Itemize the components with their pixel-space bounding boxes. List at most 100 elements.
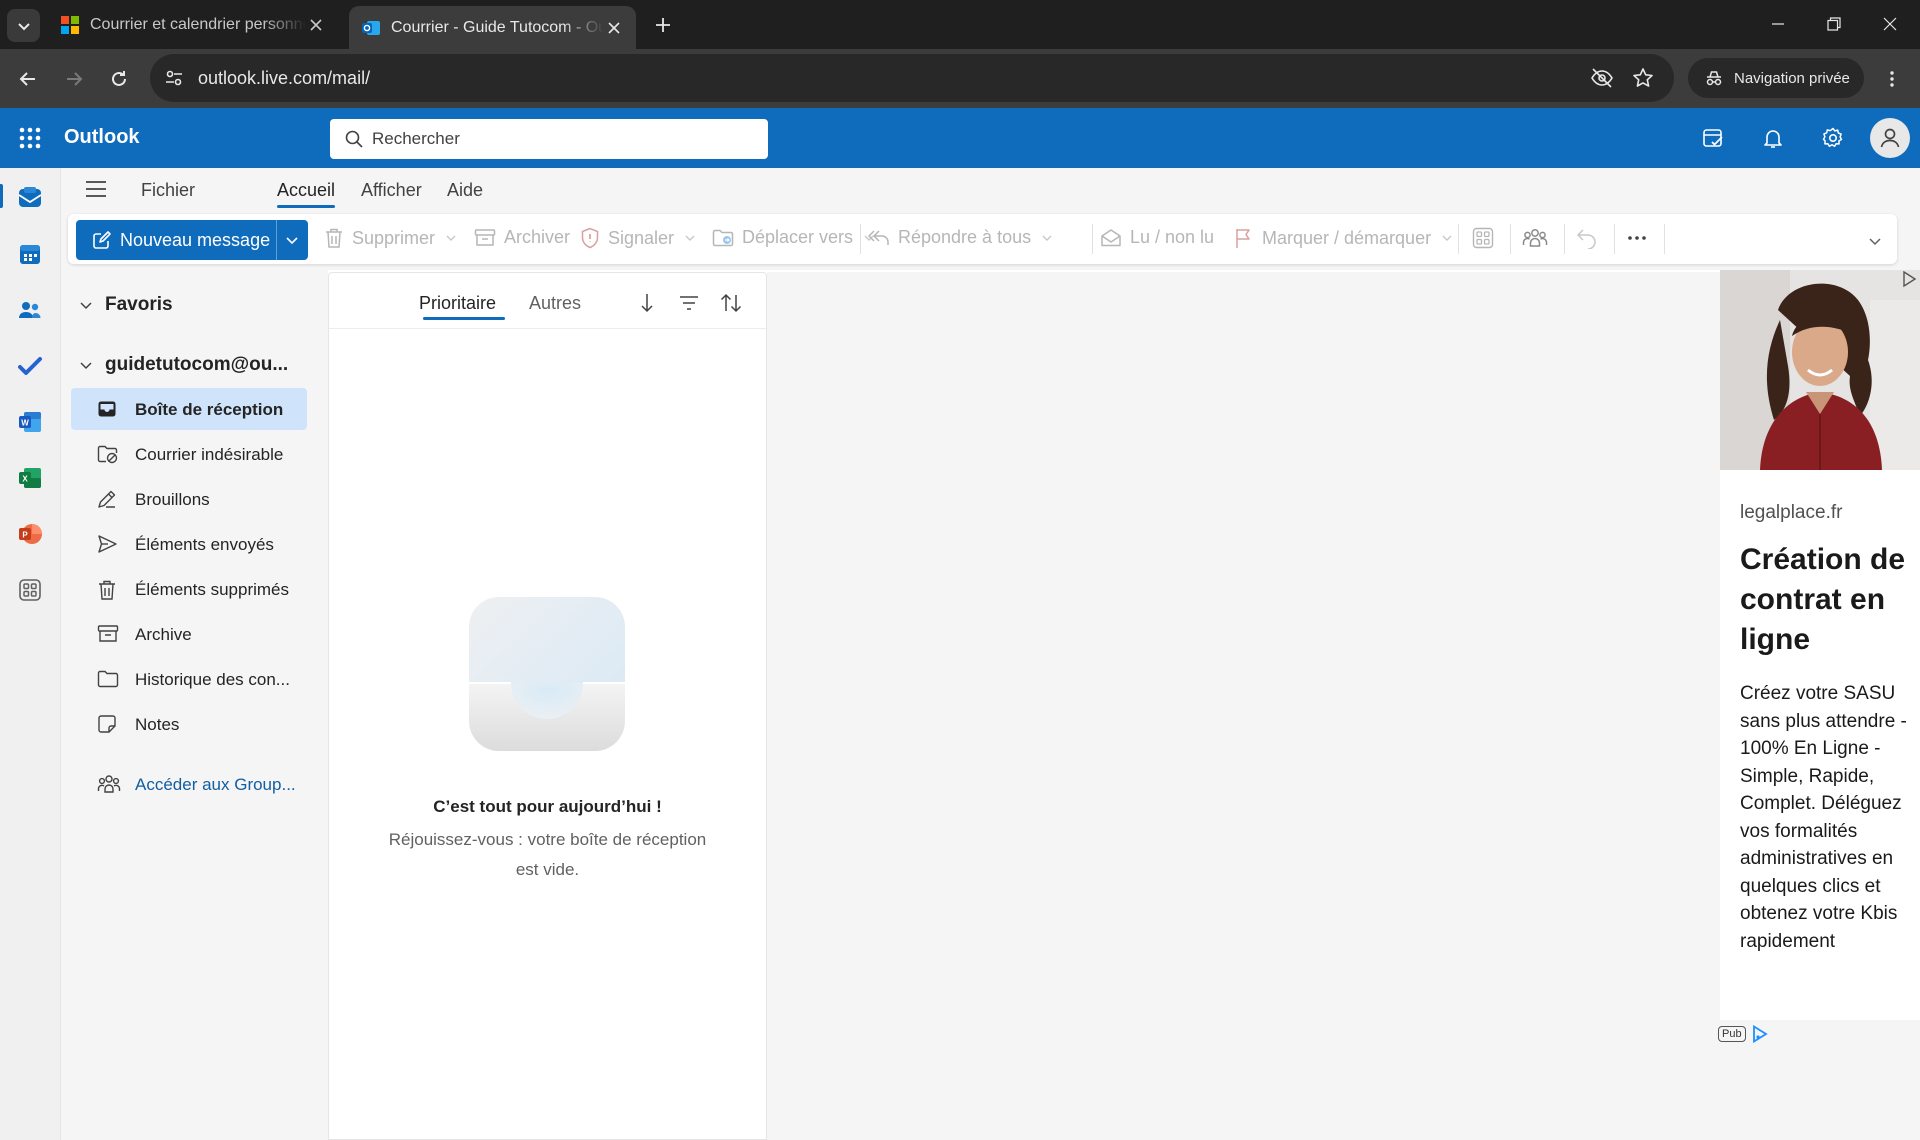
close-icon: [1883, 17, 1897, 31]
tab-title: Courrier - Guide Tutocom - Outlook: [391, 18, 604, 36]
empty-state-subtitle: Réjouissez-vous : votre boîte de récepti…: [388, 830, 707, 879]
filter-button[interactable]: [677, 291, 701, 315]
bookmark-star-icon[interactable]: [1632, 67, 1654, 89]
flag-icon: [1236, 229, 1250, 248]
restore-icon: [1827, 17, 1841, 31]
trash-icon: [99, 580, 115, 600]
groups-link-label: Accéder aux Group...: [135, 775, 296, 794]
close-tab-button[interactable]: [306, 15, 326, 35]
reload-button[interactable]: [103, 63, 135, 95]
tab-other[interactable]: Autres: [529, 293, 581, 314]
new-tab-button[interactable]: [650, 12, 676, 38]
todo-app-icon: [18, 357, 42, 375]
reply-all-button[interactable]: Répondre à tous: [868, 227, 1053, 248]
more-vertical-icon: [1890, 71, 1894, 87]
notifications-button[interactable]: [1757, 122, 1789, 154]
app-name[interactable]: Outlook: [64, 126, 140, 149]
people-group-icon: [1522, 229, 1548, 247]
folder-sent[interactable]: Éléments envoyés: [71, 523, 307, 565]
search-placeholder: Rechercher: [372, 129, 460, 148]
rail-people[interactable]: [14, 294, 46, 326]
active-tab-indicator: [277, 205, 335, 208]
new-message-label: Nouveau message: [120, 229, 271, 250]
rail-todo[interactable]: [14, 350, 46, 382]
folder-notes[interactable]: Notes: [71, 703, 307, 745]
browser-tab-1[interactable]: Courrier et calendrier personnel Outlook: [48, 6, 338, 43]
tab-fichier[interactable]: Fichier: [141, 180, 195, 201]
bell-icon: [1764, 130, 1782, 148]
excel-app-icon: X: [19, 468, 41, 488]
ribbon-divider: [1458, 224, 1459, 254]
rail-calendar[interactable]: [14, 238, 46, 270]
tab-afficher[interactable]: Afficher: [361, 180, 422, 201]
rail-mail[interactable]: [14, 182, 46, 214]
favorites-header[interactable]: Favoris: [79, 294, 173, 316]
private-browsing-badge[interactable]: Navigation privée: [1688, 58, 1864, 98]
ad-card[interactable]: legalplace.fr Création de contrat en lig…: [1720, 270, 1920, 1020]
delete-button[interactable]: Supprimer: [324, 227, 457, 249]
delete-label: Supprimer: [352, 227, 436, 248]
folder-archive[interactable]: Archive: [71, 613, 307, 655]
my-day-button[interactable]: [1697, 122, 1729, 154]
expand-ribbon-button[interactable]: [1868, 234, 1882, 248]
go-to-groups-link[interactable]: Accéder aux Group...: [71, 763, 307, 805]
close-icon: [310, 18, 322, 31]
read-unread-label: Lu / non lu: [1130, 227, 1215, 247]
chevron-down-icon: [80, 302, 92, 310]
folder-label: Courrier indésirable: [135, 445, 284, 464]
forward-arrow-icon: [67, 72, 83, 86]
app-launcher-icon[interactable]: [18, 126, 42, 150]
apps-button[interactable]: [1472, 227, 1494, 249]
undo-button[interactable]: [1576, 227, 1598, 249]
my-day-icon: [1703, 129, 1723, 147]
folder-drafts[interactable]: Brouillons: [71, 478, 307, 520]
folder-conversation-history[interactable]: Historique des con...: [71, 658, 307, 700]
tab-accueil[interactable]: Accueil: [277, 180, 335, 201]
chevron-down-icon: [80, 362, 92, 370]
browser-tab-2[interactable]: Courrier - Guide Tutocom - Outlook: [349, 6, 636, 49]
account-header[interactable]: guidetutocom@ou...: [79, 354, 288, 376]
flag-button[interactable]: Marquer / démarquer: [1234, 227, 1453, 249]
rail-powerpoint[interactable]: P: [14, 518, 46, 550]
minimize-button[interactable]: [1758, 8, 1798, 40]
site-info-icon[interactable]: [164, 68, 184, 88]
ribbon-divider: [860, 224, 861, 254]
rail-more-apps[interactable]: [14, 574, 46, 606]
read-unread-button[interactable]: Lu / non lu: [1100, 227, 1214, 248]
apps-grid-icon: [19, 579, 41, 601]
hamburger-menu-icon[interactable]: [85, 180, 107, 198]
tab-search-button[interactable]: [7, 9, 40, 42]
rail-word[interactable]: W: [14, 406, 46, 438]
more-options-button[interactable]: [1626, 230, 1648, 246]
tab-focused[interactable]: Prioritaire: [419, 293, 496, 314]
account-avatar[interactable]: [1870, 118, 1910, 158]
report-button[interactable]: Signaler: [580, 227, 696, 249]
tracking-protection-eye-icon[interactable]: [1590, 67, 1614, 89]
adchoices-icon[interactable]: [1900, 270, 1918, 288]
browser-menu-button[interactable]: [1876, 63, 1908, 95]
move-to-button[interactable]: Déplacer vers: [712, 227, 875, 248]
mail-app-icon: [18, 187, 42, 207]
folder-deleted[interactable]: Éléments supprimés: [71, 568, 307, 610]
rail-excel[interactable]: X: [14, 462, 46, 494]
address-bar[interactable]: outlook.live.com/mail/: [150, 54, 1674, 102]
close-tab-button[interactable]: [604, 18, 624, 38]
tab-aide[interactable]: Aide: [447, 180, 483, 201]
chevron-down-icon[interactable]: [284, 232, 300, 248]
archive-button[interactable]: Archiver: [474, 227, 570, 248]
folder-junk[interactable]: Courrier indésirable: [71, 433, 307, 475]
groups-button[interactable]: [1522, 227, 1548, 249]
new-message-button[interactable]: Nouveau message: [76, 220, 308, 260]
forward-button[interactable]: [58, 63, 90, 95]
sort-button[interactable]: [719, 291, 743, 315]
settings-button[interactable]: [1817, 122, 1849, 154]
restore-button[interactable]: [1814, 8, 1854, 40]
adchoices-icon[interactable]: [1752, 1025, 1768, 1043]
person-icon: [1880, 128, 1900, 148]
close-window-button[interactable]: [1870, 8, 1910, 40]
compose-icon: [93, 231, 111, 249]
jump-button[interactable]: [635, 291, 659, 315]
search-box[interactable]: Rechercher: [330, 119, 768, 159]
back-button[interactable]: [12, 63, 44, 95]
folder-inbox[interactable]: Boîte de réception: [71, 388, 307, 430]
